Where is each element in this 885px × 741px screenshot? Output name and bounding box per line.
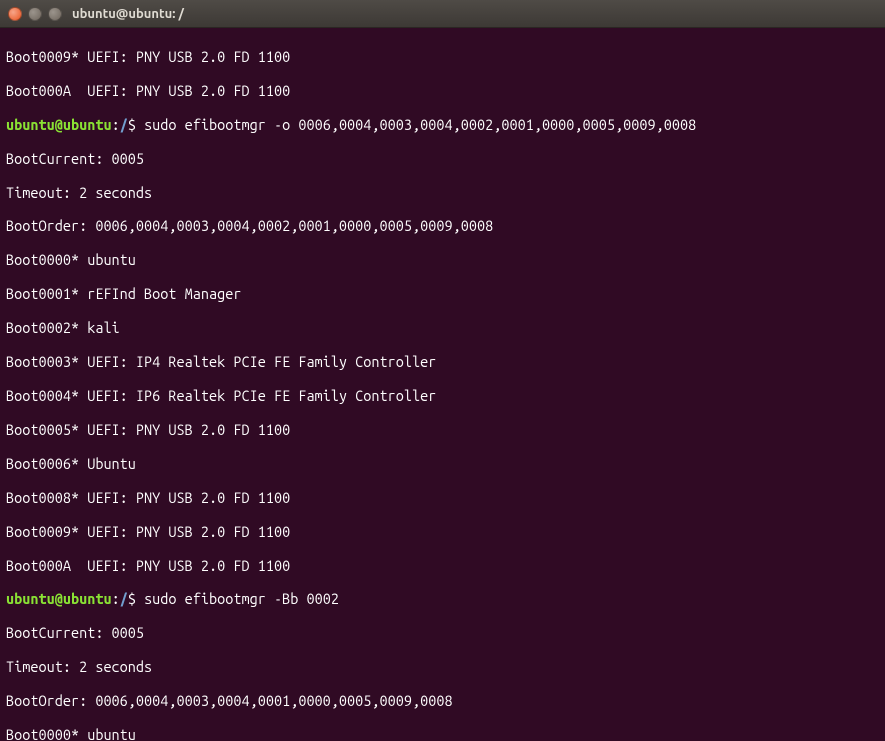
prompt-symbol: $ — [128, 116, 144, 133]
prompt-line: ubuntu@ubuntu:/$ sudo efibootmgr -Bb 000… — [6, 591, 879, 608]
terminal-body[interactable]: Boot0009* UEFI: PNY USB 2.0 FD 1100 Boot… — [0, 28, 885, 741]
window-title: ubuntu@ubuntu: / — [72, 7, 184, 21]
prompt-cwd: / — [120, 590, 128, 607]
titlebar[interactable]: ubuntu@ubuntu: / — [0, 0, 885, 28]
output-line: Boot0000* ubuntu — [6, 252, 879, 269]
output-line: Boot0001* rEFInd Boot Manager — [6, 286, 879, 303]
output-line: BootOrder: 0006,0004,0003,0004,0002,0001… — [6, 218, 879, 235]
command-text: sudo efibootmgr -o 0006,0004,0003,0004,0… — [144, 116, 696, 133]
command-text: sudo efibootmgr -Bb 0002 — [144, 590, 339, 607]
output-line: Boot0009* UEFI: PNY USB 2.0 FD 1100 — [6, 49, 879, 66]
terminal-window: ubuntu@ubuntu: / Boot0009* UEFI: PNY USB… — [0, 0, 885, 741]
prompt-colon: : — [112, 116, 120, 133]
minimize-icon[interactable] — [28, 7, 42, 21]
prompt-symbol: $ — [128, 590, 144, 607]
output-line: Boot0005* UEFI: PNY USB 2.0 FD 1100 — [6, 422, 879, 439]
prompt-colon: : — [112, 590, 120, 607]
output-line: Boot000A UEFI: PNY USB 2.0 FD 1100 — [6, 83, 879, 100]
output-line: Timeout: 2 seconds — [6, 659, 879, 676]
output-line: Boot0000* ubuntu — [6, 727, 879, 741]
output-line: Timeout: 2 seconds — [6, 185, 879, 202]
output-line: Boot0004* UEFI: IP6 Realtek PCIe FE Fami… — [6, 388, 879, 405]
output-line: BootCurrent: 0005 — [6, 151, 879, 168]
maximize-icon[interactable] — [48, 7, 62, 21]
output-line: Boot0003* UEFI: IP4 Realtek PCIe FE Fami… — [6, 354, 879, 371]
output-line: Boot0006* Ubuntu — [6, 456, 879, 473]
output-line: BootCurrent: 0005 — [6, 625, 879, 642]
prompt-line: ubuntu@ubuntu:/$ sudo efibootmgr -o 0006… — [6, 117, 879, 134]
output-line: Boot0008* UEFI: PNY USB 2.0 FD 1100 — [6, 490, 879, 507]
window-controls — [8, 7, 62, 21]
prompt-userhost: ubuntu@ubuntu — [6, 590, 112, 607]
output-line: Boot0002* kali — [6, 320, 879, 337]
close-icon[interactable] — [8, 7, 22, 21]
output-line: Boot0009* UEFI: PNY USB 2.0 FD 1100 — [6, 524, 879, 541]
output-line: Boot000A UEFI: PNY USB 2.0 FD 1100 — [6, 558, 879, 575]
prompt-cwd: / — [120, 116, 128, 133]
prompt-userhost: ubuntu@ubuntu — [6, 116, 112, 133]
output-line: BootOrder: 0006,0004,0003,0004,0001,0000… — [6, 693, 879, 710]
